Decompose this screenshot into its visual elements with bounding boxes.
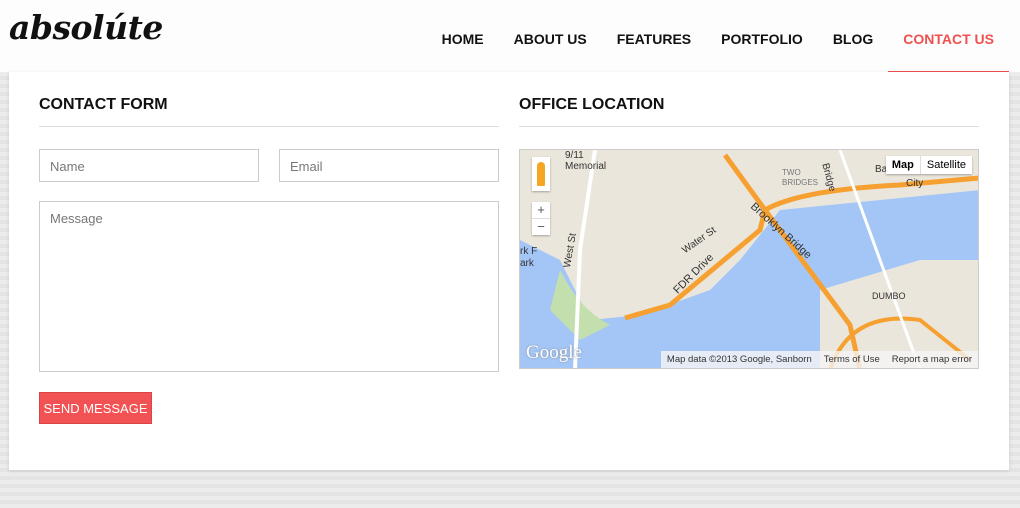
map-type-satellite-button[interactable]: Satellite <box>919 156 972 174</box>
map-label: DUMBO <box>872 291 906 301</box>
header: absolúte HOME ABOUT US FEATURES PORTFOLI… <box>0 0 1020 74</box>
map-label: 9/11 Memorial <box>565 150 607 172</box>
name-input[interactable]: Name <box>39 149 259 182</box>
nav-blog[interactable]: BLOG <box>818 0 888 74</box>
nav-features[interactable]: FEATURES <box>602 0 706 74</box>
zoom-control: + − <box>532 202 550 235</box>
terms-of-use-link[interactable]: Terms of Use <box>824 354 880 365</box>
nav-home[interactable]: HOME <box>427 0 499 74</box>
office-map[interactable]: 9/11 Memorial TWO BRIDGES Bridge Ba City… <box>519 149 979 369</box>
report-map-error-link[interactable]: Report a map error <box>892 354 972 365</box>
street-view-pegman-icon[interactable] <box>532 157 550 191</box>
google-logo[interactable]: Google <box>526 342 582 364</box>
content-card: CONTACT FORM OFFICE LOCATION Name Email … <box>9 72 1009 470</box>
nav-about-us[interactable]: ABOUT US <box>499 0 602 74</box>
map-label: TWO BRIDGES <box>782 168 819 187</box>
zoom-in-button[interactable]: + <box>532 202 550 218</box>
nav-contact-us[interactable]: CONTACT US <box>888 0 1009 74</box>
divider <box>519 126 979 127</box>
zoom-out-button[interactable]: − <box>532 218 550 235</box>
divider <box>39 126 499 127</box>
map-label-park: rk F ark <box>520 246 538 269</box>
send-message-button[interactable]: SEND MESSAGE <box>39 392 152 424</box>
map-data-text: Map data ©2013 Google, Sanborn <box>666 354 812 365</box>
logo[interactable]: absolúte <box>9 8 163 47</box>
map-attribution: Map data ©2013 Google, Sanborn Terms of … <box>660 351 978 368</box>
email-input[interactable]: Email <box>279 149 499 182</box>
map-type-map-button[interactable]: Map <box>886 156 920 174</box>
map-label: City <box>906 178 924 189</box>
office-location-title: OFFICE LOCATION <box>519 96 665 113</box>
message-textarea[interactable]: Message <box>39 201 499 372</box>
map-type-control: Map Satellite <box>885 156 972 174</box>
nav-portfolio[interactable]: PORTFOLIO <box>706 0 818 74</box>
contact-form-title: CONTACT FORM <box>39 96 168 113</box>
main-nav: HOME ABOUT US FEATURES PORTFOLIO BLOG CO… <box>427 0 1009 74</box>
